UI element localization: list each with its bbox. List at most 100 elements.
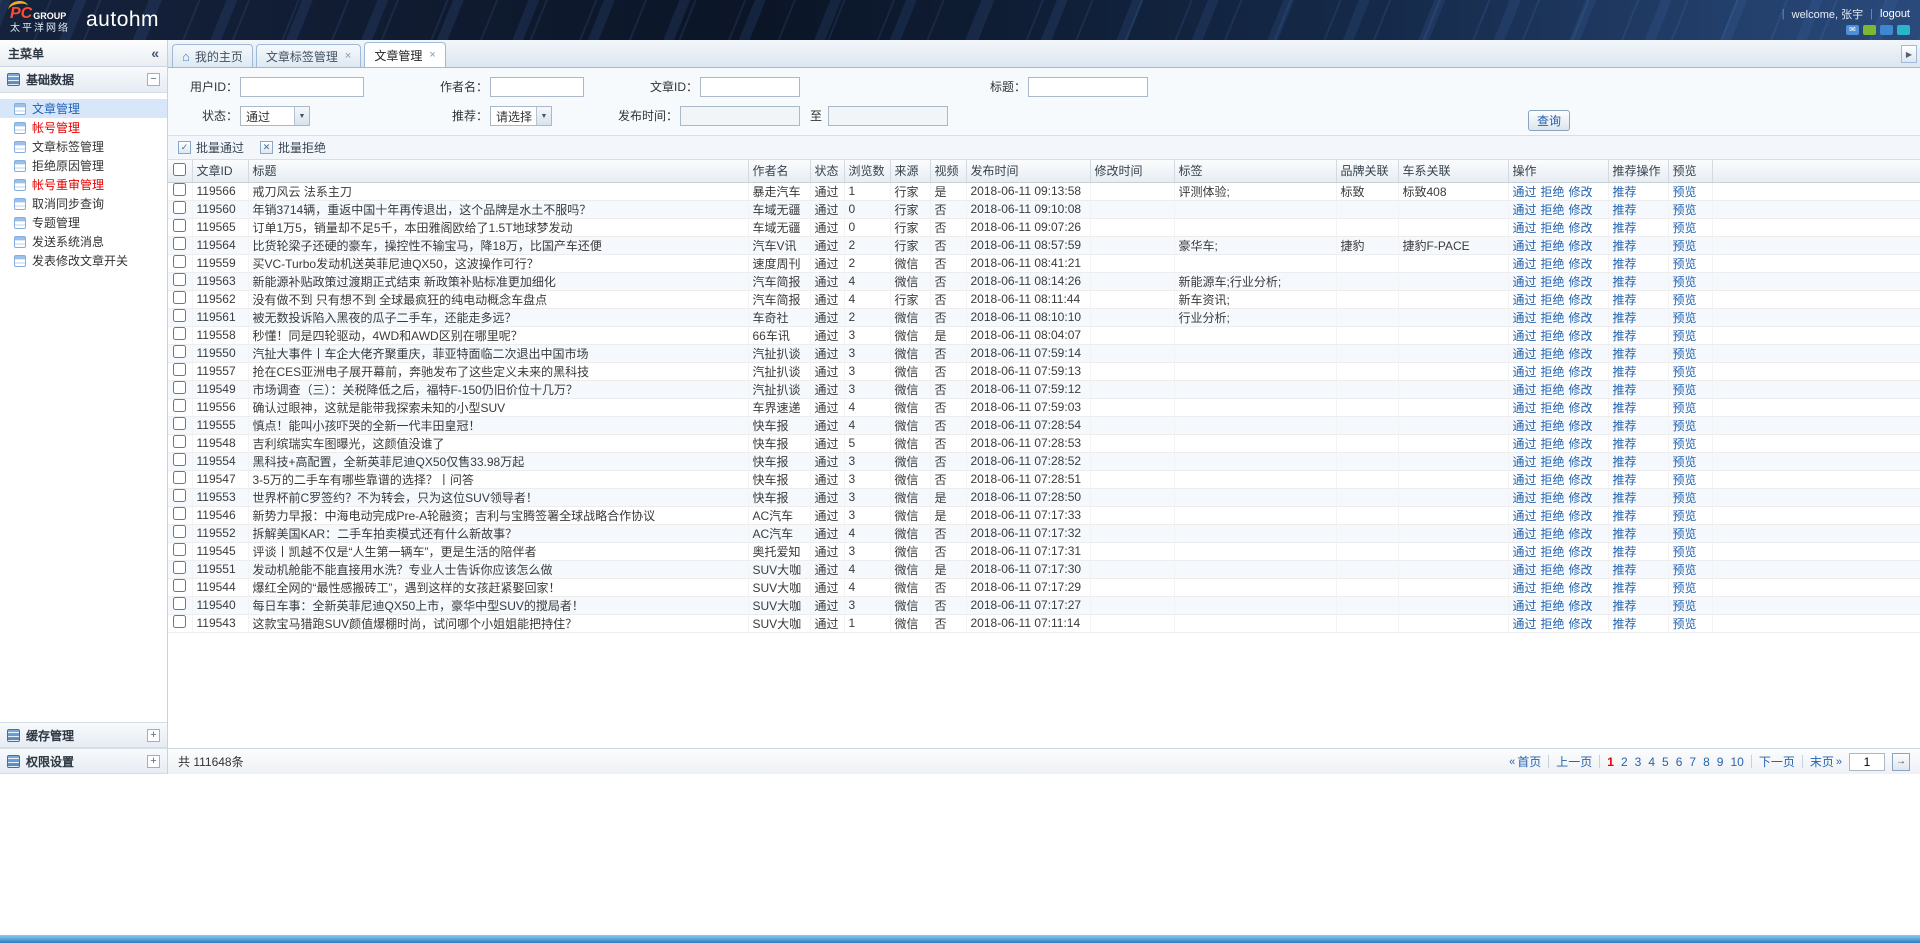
column-header[interactable]: 视频 — [930, 160, 966, 182]
reject-link[interactable]: 拒绝 — [1541, 473, 1565, 487]
edit-link[interactable]: 修改 — [1569, 383, 1593, 397]
sidebar-group-permissions[interactable]: 权限设置 + — [0, 748, 167, 774]
edit-link[interactable]: 修改 — [1569, 491, 1593, 505]
approve-link[interactable]: 通过 — [1513, 203, 1537, 217]
page-link[interactable]: 3 — [1635, 755, 1642, 769]
edit-link[interactable]: 修改 — [1569, 545, 1593, 559]
reject-link[interactable]: 拒绝 — [1541, 491, 1565, 505]
approve-link[interactable]: 通过 — [1513, 275, 1537, 289]
query-button[interactable]: 查询 — [1528, 110, 1570, 131]
preview-link[interactable]: 预览 — [1673, 221, 1697, 235]
approve-link[interactable]: 通过 — [1513, 419, 1537, 433]
recommend-link[interactable]: 推荐 — [1613, 491, 1637, 505]
approve-link[interactable]: 通过 — [1513, 311, 1537, 325]
approve-link[interactable]: 通过 — [1513, 239, 1537, 253]
row-checkbox[interactable] — [173, 615, 186, 628]
recommend-link[interactable]: 推荐 — [1613, 293, 1637, 307]
preview-link[interactable]: 预览 — [1673, 617, 1697, 631]
row-checkbox[interactable] — [173, 273, 186, 286]
expand-toggle-icon[interactable]: + — [147, 755, 160, 768]
column-header[interactable]: 操作 — [1508, 160, 1608, 182]
recommend-link[interactable]: 推荐 — [1613, 509, 1637, 523]
preview-link[interactable]: 预览 — [1673, 347, 1697, 361]
reject-link[interactable]: 拒绝 — [1541, 419, 1565, 433]
recommend-link[interactable]: 推荐 — [1613, 203, 1637, 217]
edit-link[interactable]: 修改 — [1569, 185, 1593, 199]
row-checkbox[interactable] — [173, 561, 186, 574]
recommend-link[interactable]: 推荐 — [1613, 383, 1637, 397]
approve-link[interactable]: 通过 — [1513, 455, 1537, 469]
approve-link[interactable]: 通过 — [1513, 617, 1537, 631]
edit-link[interactable]: 修改 — [1569, 563, 1593, 577]
recommend-link[interactable]: 推荐 — [1613, 563, 1637, 577]
row-checkbox[interactable] — [173, 201, 186, 214]
preview-link[interactable]: 预览 — [1673, 545, 1697, 559]
reject-link[interactable]: 拒绝 — [1541, 275, 1565, 289]
row-checkbox[interactable] — [173, 417, 186, 430]
recommend-link[interactable]: 推荐 — [1613, 617, 1637, 631]
reject-link[interactable]: 拒绝 — [1541, 329, 1565, 343]
edit-link[interactable]: 修改 — [1569, 275, 1593, 289]
edit-link[interactable]: 修改 — [1569, 473, 1593, 487]
preview-link[interactable]: 预览 — [1673, 437, 1697, 451]
mail-icon[interactable]: ✉ — [1846, 25, 1859, 35]
sidebar-item[interactable]: 取消同步查询 — [0, 194, 167, 213]
recommend-link[interactable]: 推荐 — [1613, 581, 1637, 595]
preview-link[interactable]: 预览 — [1673, 311, 1697, 325]
app-shortcut-blue-icon[interactable] — [1880, 25, 1893, 35]
approve-link[interactable]: 通过 — [1513, 293, 1537, 307]
page-link[interactable]: 5 — [1662, 755, 1669, 769]
preview-link[interactable]: 预览 — [1673, 491, 1697, 505]
row-checkbox[interactable] — [173, 219, 186, 232]
preview-link[interactable]: 预览 — [1673, 365, 1697, 379]
sidebar-item[interactable]: 发送系统消息 — [0, 232, 167, 251]
recommend-link[interactable]: 推荐 — [1613, 221, 1637, 235]
reject-link[interactable]: 拒绝 — [1541, 545, 1565, 559]
user-id-input[interactable] — [240, 77, 364, 97]
sidebar-item[interactable]: 文章管理 — [0, 99, 167, 118]
row-checkbox[interactable] — [173, 381, 186, 394]
approve-link[interactable]: 通过 — [1513, 185, 1537, 199]
approve-link[interactable]: 通过 — [1513, 221, 1537, 235]
column-header[interactable]: 状态 — [810, 160, 844, 182]
last-page-button[interactable]: 末页 » — [1810, 753, 1842, 770]
recommend-link[interactable]: 推荐 — [1613, 455, 1637, 469]
row-checkbox[interactable] — [173, 363, 186, 376]
row-checkbox[interactable] — [173, 507, 186, 520]
sidebar-item[interactable]: 拒绝原因管理 — [0, 156, 167, 175]
reject-link[interactable]: 拒绝 — [1541, 221, 1565, 235]
tab-close-icon[interactable]: × — [345, 50, 351, 62]
row-checkbox[interactable] — [173, 255, 186, 268]
prev-page-button[interactable]: 上一页 — [1556, 753, 1592, 770]
edit-link[interactable]: 修改 — [1569, 401, 1593, 415]
approve-link[interactable]: 通过 — [1513, 365, 1537, 379]
reject-link[interactable]: 拒绝 — [1541, 401, 1565, 415]
edit-link[interactable]: 修改 — [1569, 437, 1593, 451]
recommend-link[interactable]: 推荐 — [1613, 545, 1637, 559]
tab-article-tag-management[interactable]: 文章标签管理 × — [256, 44, 361, 67]
select-all-checkbox[interactable] — [173, 163, 186, 176]
recommend-link[interactable]: 推荐 — [1613, 239, 1637, 253]
approve-link[interactable]: 通过 — [1513, 257, 1537, 271]
reject-link[interactable]: 拒绝 — [1541, 455, 1565, 469]
recommend-link[interactable]: 推荐 — [1613, 437, 1637, 451]
reject-link[interactable]: 拒绝 — [1541, 239, 1565, 253]
reject-link[interactable]: 拒绝 — [1541, 257, 1565, 271]
edit-link[interactable]: 修改 — [1569, 419, 1593, 433]
recommend-link[interactable]: 推荐 — [1613, 329, 1637, 343]
column-header[interactable]: 推荐操作 — [1608, 160, 1668, 182]
preview-link[interactable]: 预览 — [1673, 293, 1697, 307]
approve-link[interactable]: 通过 — [1513, 491, 1537, 505]
collapse-toggle-icon[interactable]: − — [147, 73, 160, 86]
row-checkbox[interactable] — [173, 453, 186, 466]
column-header[interactable]: 标题 — [248, 160, 748, 182]
row-checkbox[interactable] — [173, 327, 186, 340]
approve-link[interactable]: 通过 — [1513, 509, 1537, 523]
edit-link[interactable]: 修改 — [1569, 599, 1593, 613]
preview-link[interactable]: 预览 — [1673, 599, 1697, 613]
page-link[interactable]: 7 — [1689, 755, 1696, 769]
page-link[interactable]: 9 — [1717, 755, 1724, 769]
row-checkbox[interactable] — [173, 579, 186, 592]
page-link[interactable]: 6 — [1676, 755, 1683, 769]
row-checkbox[interactable] — [173, 435, 186, 448]
